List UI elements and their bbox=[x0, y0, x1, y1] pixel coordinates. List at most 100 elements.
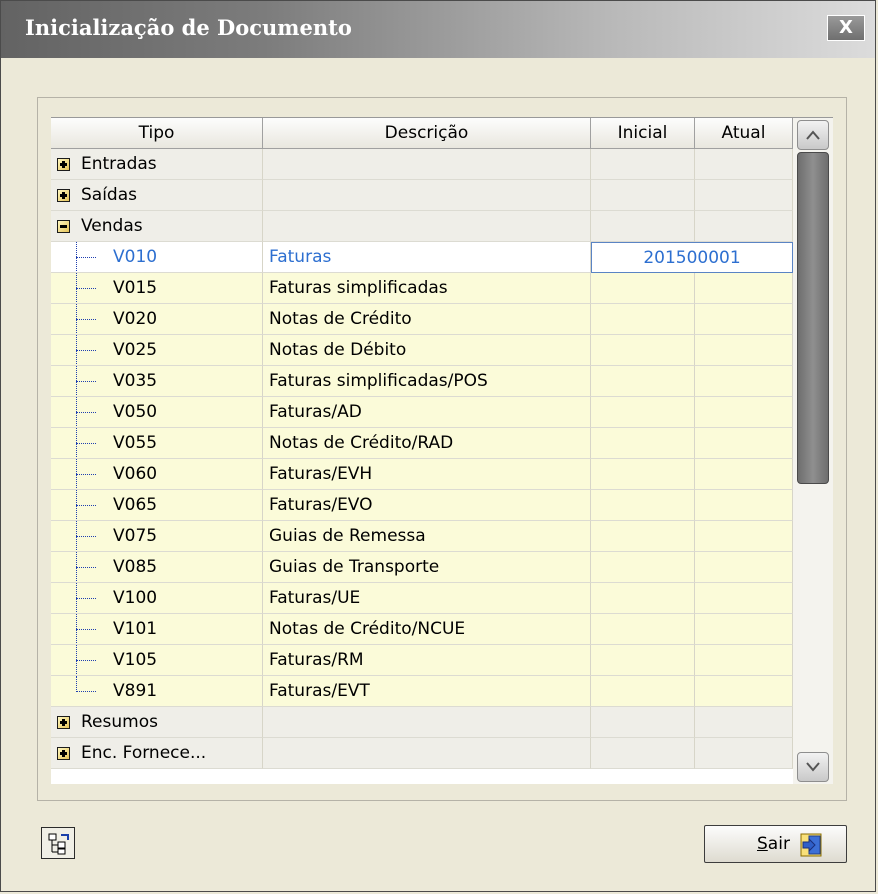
atual-cell[interactable] bbox=[695, 738, 793, 769]
tipo-cell[interactable]: V060 bbox=[51, 459, 263, 490]
atual-cell[interactable] bbox=[695, 676, 793, 707]
group-row[interactable]: Entradas bbox=[51, 149, 793, 180]
table-row[interactable]: V101 Notas de Crédito/NCUE bbox=[51, 614, 793, 645]
tipo-cell[interactable]: V025 bbox=[51, 335, 263, 366]
tipo-cell[interactable]: V050 bbox=[51, 397, 263, 428]
atual-cell[interactable] bbox=[695, 397, 793, 428]
tipo-cell[interactable]: Resumos bbox=[51, 707, 263, 738]
tipo-cell[interactable]: V015 bbox=[51, 273, 263, 304]
tipo-cell[interactable]: Vendas bbox=[51, 211, 263, 242]
atual-cell[interactable] bbox=[695, 273, 793, 304]
inicial-cell[interactable] bbox=[591, 583, 695, 614]
descricao-cell[interactable]: Faturas/AD bbox=[263, 397, 591, 428]
table-row[interactable]: V020 Notas de Crédito bbox=[51, 304, 793, 335]
inicial-cell[interactable] bbox=[591, 738, 695, 769]
atual-cell[interactable] bbox=[695, 707, 793, 738]
tipo-cell[interactable]: V065 bbox=[51, 490, 263, 521]
atual-cell[interactable] bbox=[695, 304, 793, 335]
atual-cell[interactable] bbox=[695, 645, 793, 676]
atual-cell[interactable] bbox=[695, 211, 793, 242]
inicial-cell[interactable] bbox=[591, 335, 695, 366]
descricao-cell[interactable] bbox=[263, 738, 591, 769]
atual-cell[interactable] bbox=[695, 583, 793, 614]
descricao-cell[interactable] bbox=[263, 211, 591, 242]
tipo-cell[interactable]: V035 bbox=[51, 366, 263, 397]
tree-view-button[interactable] bbox=[41, 827, 75, 859]
tipo-cell[interactable]: V055 bbox=[51, 428, 263, 459]
tipo-cell[interactable]: V891 bbox=[51, 676, 263, 707]
inicial-cell[interactable] bbox=[591, 211, 695, 242]
inicial-cell[interactable] bbox=[591, 180, 695, 211]
descricao-cell[interactable]: Faturas/UE bbox=[263, 583, 591, 614]
tipo-cell[interactable]: V075 bbox=[51, 521, 263, 552]
atual-cell[interactable] bbox=[695, 459, 793, 490]
inicial-cell[interactable] bbox=[591, 149, 695, 180]
expand-plus-icon[interactable] bbox=[57, 158, 70, 171]
descricao-cell[interactable] bbox=[263, 149, 591, 180]
group-row[interactable]: Enc. Fornece... bbox=[51, 738, 793, 769]
column-header-tipo[interactable]: Tipo bbox=[51, 118, 263, 149]
expand-plus-icon[interactable] bbox=[57, 716, 70, 729]
scroll-up-button[interactable] bbox=[797, 120, 829, 150]
inicial-cell[interactable] bbox=[591, 614, 695, 645]
atual-cell[interactable] bbox=[695, 552, 793, 583]
close-button[interactable]: X bbox=[827, 15, 865, 41]
descricao-cell[interactable]: Faturas bbox=[263, 242, 591, 273]
inicial-cell[interactable] bbox=[591, 459, 695, 490]
descricao-cell[interactable]: Faturas/EVO bbox=[263, 490, 591, 521]
scroll-down-button[interactable] bbox=[797, 752, 829, 782]
inicial-cell[interactable] bbox=[591, 397, 695, 428]
table-row[interactable]: V085 Guias de Transporte bbox=[51, 552, 793, 583]
table-row[interactable]: V010 Faturas bbox=[51, 242, 793, 273]
table-row[interactable]: V055 Notas de Crédito/RAD bbox=[51, 428, 793, 459]
tipo-cell[interactable]: V105 bbox=[51, 645, 263, 676]
descricao-cell[interactable]: Faturas simplificadas bbox=[263, 273, 591, 304]
tipo-cell[interactable]: V020 bbox=[51, 304, 263, 335]
table-row[interactable]: V065 Faturas/EVO bbox=[51, 490, 793, 521]
table-row[interactable]: V100 Faturas/UE bbox=[51, 583, 793, 614]
inicial-cell[interactable] bbox=[591, 707, 695, 738]
atual-cell[interactable] bbox=[695, 366, 793, 397]
vertical-scrollbar[interactable] bbox=[793, 118, 833, 784]
tipo-cell[interactable]: V100 bbox=[51, 583, 263, 614]
inicial-cell[interactable] bbox=[591, 273, 695, 304]
column-header-inicial[interactable]: Inicial bbox=[591, 118, 695, 149]
expand-plus-icon[interactable] bbox=[57, 189, 70, 202]
table-row[interactable]: V025 Notas de Débito bbox=[51, 335, 793, 366]
atual-cell[interactable] bbox=[695, 490, 793, 521]
descricao-cell[interactable] bbox=[263, 707, 591, 738]
tipo-cell[interactable]: V101 bbox=[51, 614, 263, 645]
table-row[interactable]: V015 Faturas simplificadas bbox=[51, 273, 793, 304]
atual-input[interactable] bbox=[591, 242, 793, 273]
table-row[interactable]: V035 Faturas simplificadas/POS bbox=[51, 366, 793, 397]
descricao-cell[interactable]: Notas de Crédito/RAD bbox=[263, 428, 591, 459]
group-row[interactable]: Vendas bbox=[51, 211, 793, 242]
table-row[interactable]: V050 Faturas/AD bbox=[51, 397, 793, 428]
table-row[interactable]: V060 Faturas/EVH bbox=[51, 459, 793, 490]
descricao-cell[interactable]: Notas de Crédito bbox=[263, 304, 591, 335]
inicial-cell[interactable] bbox=[591, 366, 695, 397]
collapse-minus-icon[interactable] bbox=[57, 220, 70, 233]
inicial-cell[interactable] bbox=[591, 552, 695, 583]
tipo-cell[interactable]: V010 bbox=[51, 242, 263, 273]
descricao-cell[interactable]: Faturas simplificadas/POS bbox=[263, 366, 591, 397]
inicial-cell[interactable] bbox=[591, 304, 695, 335]
inicial-cell[interactable] bbox=[591, 645, 695, 676]
tipo-cell[interactable]: Saídas bbox=[51, 180, 263, 211]
descricao-cell[interactable]: Faturas/EVH bbox=[263, 459, 591, 490]
column-header-descricao[interactable]: Descrição bbox=[263, 118, 591, 149]
descricao-cell[interactable]: Faturas/RM bbox=[263, 645, 591, 676]
table-row[interactable]: V891 Faturas/EVT bbox=[51, 676, 793, 707]
inicial-cell[interactable] bbox=[591, 428, 695, 459]
table-row[interactable]: V075 Guias de Remessa bbox=[51, 521, 793, 552]
atual-cell[interactable] bbox=[695, 180, 793, 211]
document-grid[interactable]: Tipo Descrição Inicial Atual Entradas Saí… bbox=[51, 117, 833, 784]
descricao-cell[interactable]: Guias de Remessa bbox=[263, 521, 591, 552]
exit-button[interactable]: Sair bbox=[704, 825, 847, 863]
group-row[interactable]: Saídas bbox=[51, 180, 793, 211]
inicial-cell[interactable] bbox=[591, 490, 695, 521]
atual-cell[interactable] bbox=[695, 149, 793, 180]
tipo-cell[interactable]: V085 bbox=[51, 552, 263, 583]
descricao-cell[interactable]: Guias de Transporte bbox=[263, 552, 591, 583]
atual-cell[interactable] bbox=[695, 428, 793, 459]
